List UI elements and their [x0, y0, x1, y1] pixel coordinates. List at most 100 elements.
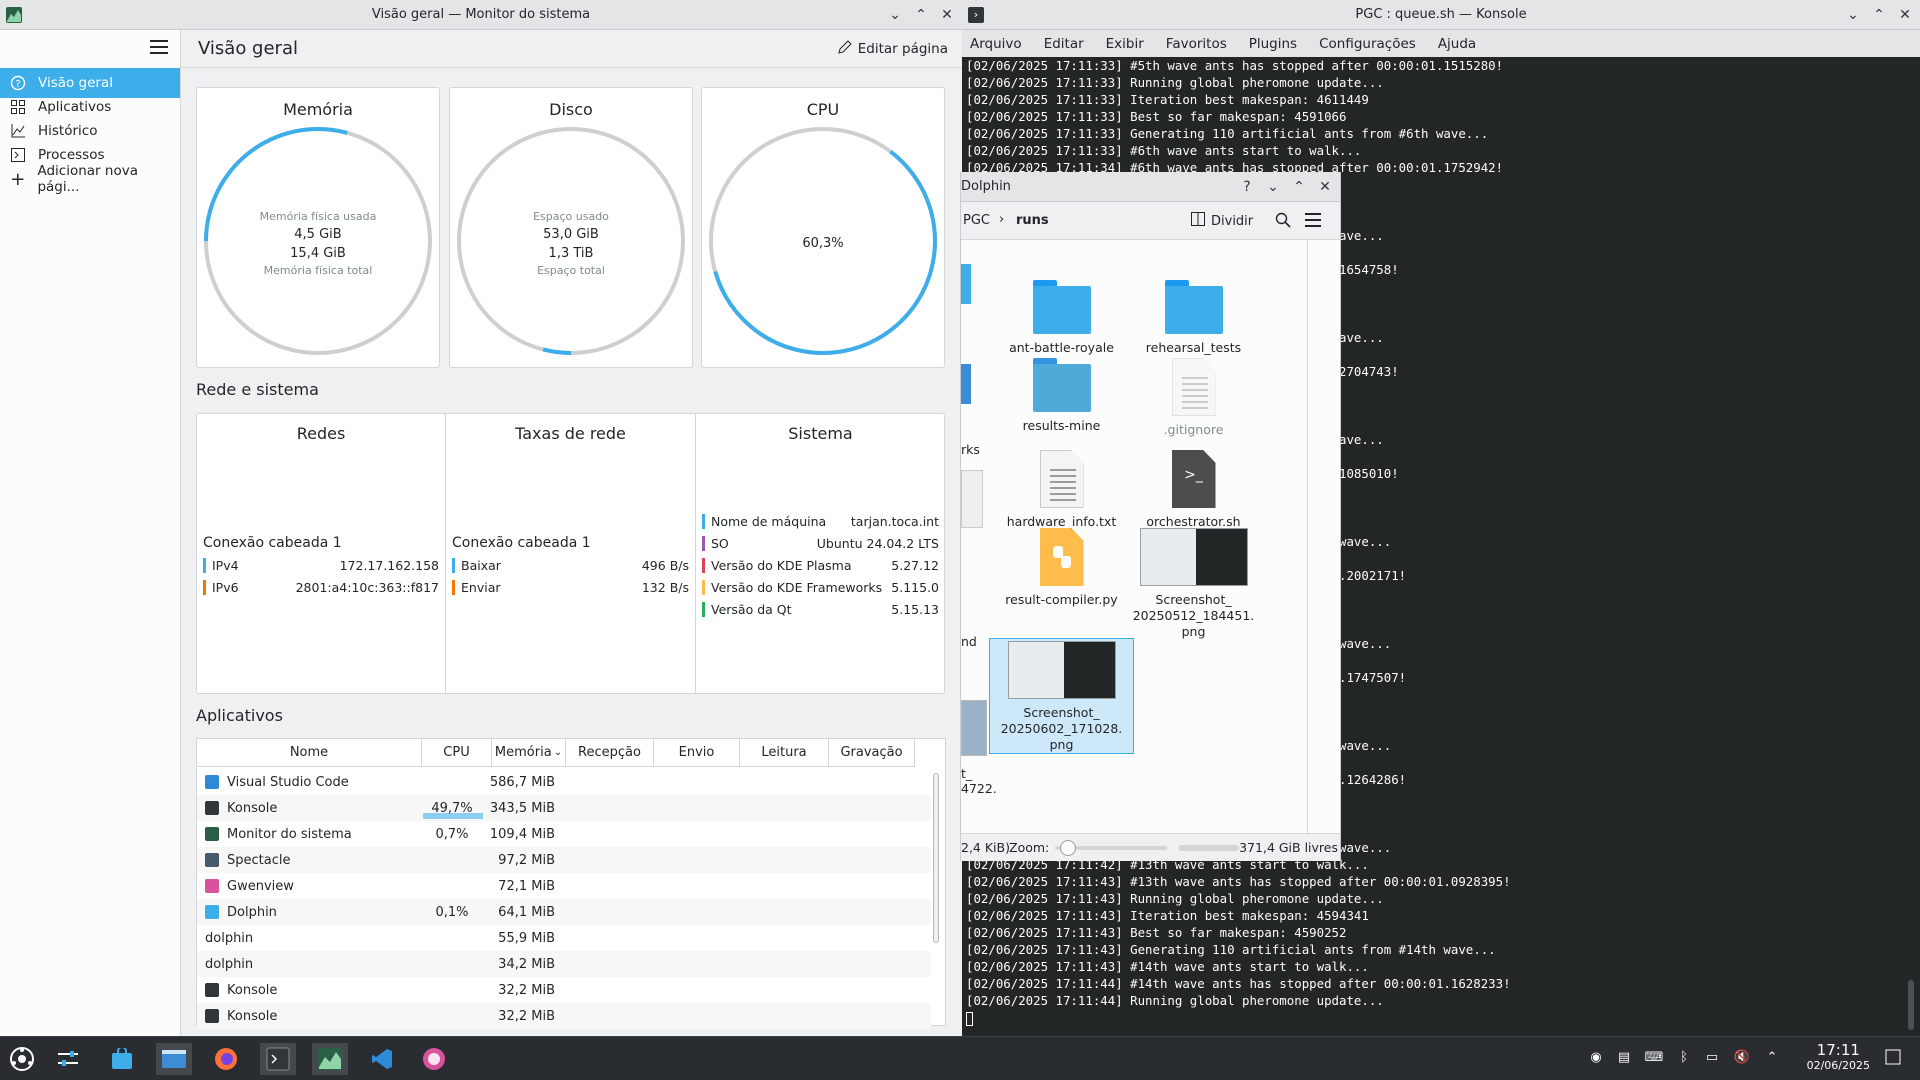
file-item[interactable]: Screenshot_ 20250512_184451. png — [1121, 528, 1266, 640]
file-label-partial[interactable]: t_ 4722. — [961, 766, 997, 796]
search-icon[interactable] — [1275, 212, 1291, 232]
terminal-line: [02/06/2025 17:11:43] #13th wave ants ha… — [966, 874, 1511, 889]
table-row[interactable]: Visual Studio Code 586,7 MiB — [197, 769, 931, 795]
window-title: PGC : queue.sh — Konsole — [1355, 7, 1527, 22]
close-icon[interactable]: ✕ — [1316, 178, 1334, 196]
table-row[interactable]: Gwenview 72,1 MiB — [197, 873, 931, 899]
file-item[interactable]: ant-battle-royale — [989, 280, 1134, 356]
text-file-icon — [1171, 358, 1216, 416]
file-label-partial[interactable]: rks — [961, 442, 980, 457]
menu-file[interactable]: Arquivo — [970, 36, 1022, 52]
menu-edit[interactable]: Editar — [1044, 36, 1084, 52]
column-header-name[interactable]: Nome — [197, 739, 422, 767]
minimize-icon[interactable]: ⌄ — [1844, 6, 1862, 24]
konsole-taskbar-icon[interactable] — [260, 1043, 296, 1075]
menu-view[interactable]: Exibir — [1106, 36, 1144, 52]
column-header-receive[interactable]: Recepção — [566, 739, 654, 767]
table-row[interactable]: Konsole 32,2 MiB — [197, 1003, 931, 1029]
column-header-write[interactable]: Gravação — [829, 739, 915, 767]
dolphin-window: Dolphin ? ⌄ ⌃ ✕ PGC › runs Dividir rks n… — [960, 172, 1341, 861]
hamburger-menu-icon[interactable] — [150, 40, 168, 56]
file-item[interactable]: Screenshot_ 20250602_171028. png — [989, 638, 1134, 754]
file-item[interactable]: result-compiler.py — [989, 528, 1134, 608]
file-label-partial[interactable]: nd — [961, 634, 977, 649]
volume-muted-icon[interactable]: 🔇 — [1734, 1049, 1750, 1065]
dolphin-icon — [205, 905, 219, 919]
column-header-cpu[interactable]: CPU — [422, 739, 492, 767]
file-item[interactable]: .gitignore — [1121, 358, 1266, 438]
keyboard-icon[interactable]: ⌨ — [1645, 1049, 1664, 1065]
file-item[interactable]: >_ orchestrator.sh — [1121, 450, 1266, 530]
discover-store-icon[interactable] — [104, 1043, 140, 1075]
column-header-send[interactable]: Envio — [654, 739, 740, 767]
menu-bookmarks[interactable]: Favoritos — [1166, 36, 1227, 52]
system-monitor-titlebar[interactable]: Visão geral — Monitor do sistema ⌄ ⌃ ✕ — [0, 0, 962, 30]
close-icon[interactable]: ✕ — [1896, 6, 1914, 24]
gwenview-icon — [205, 879, 219, 893]
system-column: Sistema Nome de máquina tarjan.toca.int S… — [696, 414, 945, 693]
app-cpu: 0,7% — [435, 826, 469, 842]
file-item[interactable]: rehearsal_tests — [1121, 280, 1266, 356]
section-network-system: Rede e sistema — [196, 380, 319, 399]
menu-plugins[interactable]: Plugins — [1249, 36, 1297, 52]
table-row[interactable]: dolphin 34,2 MiB — [197, 951, 931, 977]
menu-help[interactable]: Ajuda — [1438, 36, 1476, 52]
minimize-icon[interactable]: ⌄ — [886, 6, 904, 24]
maximize-icon[interactable]: ⌃ — [1290, 178, 1308, 196]
terminal-scrollbar[interactable] — [1908, 980, 1914, 1030]
column-header-memory[interactable]: Memória ⌄ — [492, 739, 566, 767]
table-row[interactable]: Konsole 32,2 MiB — [197, 977, 931, 1003]
zoom-label: Zoom: — [1009, 840, 1050, 855]
bluetooth-icon[interactable]: ᛒ — [1676, 1049, 1692, 1065]
rate-row-upload: Enviar 132 B/s — [452, 578, 689, 596]
close-icon[interactable]: ✕ — [938, 6, 956, 24]
column-header-read[interactable]: Leitura — [740, 739, 829, 767]
zoom-slider[interactable] — [1055, 840, 1167, 856]
system-value: 5.15.13 — [891, 601, 939, 617]
table-row[interactable]: Dolphin 0,1% 64,1 MiB — [197, 899, 931, 925]
vscode-icon[interactable] — [364, 1043, 400, 1075]
clipboard-icon[interactable]: ▤ — [1616, 1049, 1632, 1065]
file-name: .gitignore — [1163, 422, 1224, 437]
hamburger-menu-icon[interactable] — [1305, 213, 1321, 227]
breadcrumb-root[interactable]: PGC — [963, 213, 990, 228]
dolphin-taskbar-icon[interactable] — [156, 1043, 192, 1075]
table-row[interactable]: Konsole 49,7% 343,5 MiB — [197, 795, 931, 821]
show-desktop-icon[interactable] — [1884, 1049, 1902, 1065]
split-button[interactable]: Dividir — [1191, 212, 1253, 230]
maximize-icon[interactable]: ⌃ — [1870, 6, 1888, 24]
app-name: Visual Studio Code — [227, 774, 349, 790]
application-launcher-icon[interactable] — [4, 1043, 40, 1075]
window-title: Visão geral — Monitor do sistema — [371, 7, 591, 22]
gwenview-icon[interactable] — [416, 1043, 452, 1075]
menu-settings[interactable]: Configurações — [1319, 36, 1416, 52]
minimize-icon[interactable]: ⌄ — [1264, 178, 1282, 196]
chevron-up-icon[interactable]: ⌃ — [1764, 1049, 1780, 1065]
network-rates-column: Taxas de rede Conexão cabeada 1 Baixar 49… — [446, 414, 696, 693]
help-icon[interactable]: ? — [1238, 178, 1256, 196]
display-icon[interactable]: ▭ — [1704, 1049, 1720, 1065]
network-status-icon[interactable]: ◉ — [1588, 1049, 1604, 1065]
system-settings-icon[interactable] — [50, 1043, 86, 1075]
disk-title: Disco — [549, 100, 593, 119]
free-space-bar — [1179, 845, 1239, 851]
app-name-cell: Konsole — [205, 983, 277, 998]
table-scrollbar[interactable] — [933, 773, 939, 943]
konsole-titlebar[interactable]: › PGC : queue.sh — Konsole ⌄ ⌃ ✕ — [962, 0, 1920, 30]
breadcrumb-current[interactable]: runs — [1016, 213, 1049, 228]
maximize-icon[interactable]: ⌃ — [912, 6, 930, 24]
rates-title: Taxas de rede — [515, 424, 626, 443]
clock-date: 02/06/2025 — [1806, 1059, 1870, 1072]
dolphin-titlebar[interactable]: Dolphin ? ⌄ ⌃ ✕ — [961, 172, 1340, 202]
table-row[interactable]: Monitor do sistema 0,7% 109,4 MiB — [197, 821, 931, 847]
table-row[interactable]: Spectacle 97,2 MiB — [197, 847, 931, 873]
table-row[interactable]: dolphin 55,9 MiB — [197, 925, 931, 951]
edit-page-button[interactable]: Editar página — [838, 40, 948, 58]
firefox-icon[interactable] — [208, 1043, 244, 1075]
clock[interactable]: 17:11 02/06/2025 — [1807, 1041, 1870, 1072]
file-item[interactable]: results-mine — [989, 358, 1134, 434]
file-item[interactable]: hardware_info.txt — [989, 450, 1134, 530]
system-monitor-taskbar-icon[interactable] — [312, 1043, 348, 1075]
zoom-slider-handle[interactable] — [1059, 840, 1076, 856]
sidebar-item-add-page[interactable]: + Adicionar nova pági... — [0, 163, 180, 195]
